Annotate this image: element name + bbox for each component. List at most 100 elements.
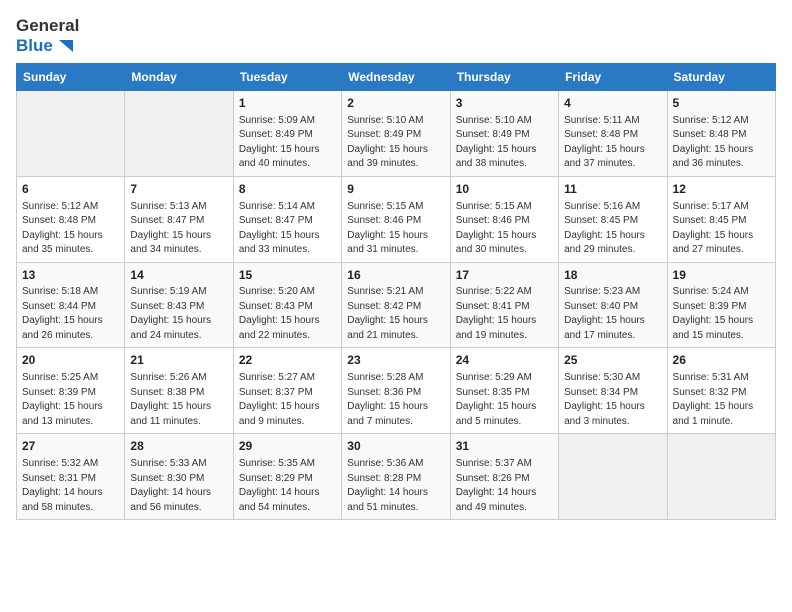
day-number: 16 bbox=[347, 267, 444, 284]
day-cell: 10 Sunrise: 5:15 AMSunset: 8:46 PMDayligh… bbox=[450, 176, 558, 262]
cell-details: Sunrise: 5:19 AMSunset: 8:43 PMDaylight:… bbox=[130, 285, 227, 343]
cell-details: Sunrise: 5:24 AMSunset: 8:39 PMDaylight:… bbox=[673, 285, 770, 343]
day-number: 25 bbox=[564, 352, 661, 369]
cell-details: Sunrise: 5:18 AMSunset: 8:44 PMDaylight:… bbox=[22, 285, 119, 343]
day-cell: 3 Sunrise: 5:10 AMSunset: 8:49 PMDaylight… bbox=[450, 91, 558, 177]
day-cell bbox=[17, 91, 125, 177]
logo: General Blue bbox=[16, 16, 79, 55]
calendar-table: SundayMondayTuesdayWednesdayThursdayFrid… bbox=[16, 63, 776, 520]
day-number: 17 bbox=[456, 267, 553, 284]
col-header-wednesday: Wednesday bbox=[342, 64, 450, 91]
cell-details: Sunrise: 5:22 AMSunset: 8:41 PMDaylight:… bbox=[456, 285, 553, 343]
cell-details: Sunrise: 5:11 AMSunset: 8:48 PMDaylight:… bbox=[564, 114, 661, 172]
day-cell: 14Sunrise: 5:19 AMSunset: 8:43 PMDayligh… bbox=[125, 262, 233, 348]
cell-details: Sunrise: 5:10 AMSunset: 8:49 PMDaylight:… bbox=[456, 114, 553, 172]
day-cell: 12Sunrise: 5:17 AMSunset: 8:45 PMDayligh… bbox=[667, 176, 775, 262]
week-row-1: 1 Sunrise: 5:09 AMSunset: 8:49 PMDaylight… bbox=[17, 91, 776, 177]
day-number: 29 bbox=[239, 438, 336, 455]
cell-details: Sunrise: 5:25 AMSunset: 8:39 PMDaylight:… bbox=[22, 371, 119, 429]
day-number: 24 bbox=[456, 352, 553, 369]
day-number: 20 bbox=[22, 352, 119, 369]
day-cell bbox=[559, 434, 667, 520]
day-cell: 11Sunrise: 5:16 AMSunset: 8:45 PMDayligh… bbox=[559, 176, 667, 262]
col-header-thursday: Thursday bbox=[450, 64, 558, 91]
day-number: 23 bbox=[347, 352, 444, 369]
cell-details: Sunrise: 5:16 AMSunset: 8:45 PMDaylight:… bbox=[564, 200, 661, 258]
cell-details: Sunrise: 5:21 AMSunset: 8:42 PMDaylight:… bbox=[347, 285, 444, 343]
day-number: 26 bbox=[673, 352, 770, 369]
day-cell: 25 Sunrise: 5:30 AMSunset: 8:34 PMDayligh… bbox=[559, 348, 667, 434]
day-number: 9 bbox=[347, 181, 444, 198]
day-number: 31 bbox=[456, 438, 553, 455]
day-number: 19 bbox=[673, 267, 770, 284]
day-cell: 1 Sunrise: 5:09 AMSunset: 8:49 PMDaylight… bbox=[233, 91, 341, 177]
cell-details: Sunrise: 5:31 AMSunset: 8:32 PMDaylight:… bbox=[673, 371, 770, 429]
cell-details: Sunrise: 5:12 AMSunset: 8:48 PMDaylight:… bbox=[673, 114, 770, 172]
day-number: 7 bbox=[130, 181, 227, 198]
cell-details: Sunrise: 5:15 AMSunset: 8:46 PMDaylight:… bbox=[456, 200, 553, 258]
day-cell: 23 Sunrise: 5:28 AMSunset: 8:36 PMDayligh… bbox=[342, 348, 450, 434]
col-header-sunday: Sunday bbox=[17, 64, 125, 91]
week-row-4: 20 Sunrise: 5:25 AMSunset: 8:39 PMDayligh… bbox=[17, 348, 776, 434]
day-cell: 16Sunrise: 5:21 AMSunset: 8:42 PMDayligh… bbox=[342, 262, 450, 348]
cell-details: Sunrise: 5:13 AMSunset: 8:47 PMDaylight:… bbox=[130, 200, 227, 258]
cell-details: Sunrise: 5:28 AMSunset: 8:36 PMDaylight:… bbox=[347, 371, 444, 429]
cell-details: Sunrise: 5:26 AMSunset: 8:38 PMDaylight:… bbox=[130, 371, 227, 429]
day-cell: 15Sunrise: 5:20 AMSunset: 8:43 PMDayligh… bbox=[233, 262, 341, 348]
day-number: 5 bbox=[673, 95, 770, 112]
col-header-monday: Monday bbox=[125, 64, 233, 91]
day-cell: 26 Sunrise: 5:31 AMSunset: 8:32 PMDayligh… bbox=[667, 348, 775, 434]
cell-details: Sunrise: 5:35 AMSunset: 8:29 PMDaylight:… bbox=[239, 457, 336, 515]
cell-details: Sunrise: 5:32 AMSunset: 8:31 PMDaylight:… bbox=[22, 457, 119, 515]
day-number: 28 bbox=[130, 438, 227, 455]
day-cell: 4 Sunrise: 5:11 AMSunset: 8:48 PMDaylight… bbox=[559, 91, 667, 177]
logo-blue: Blue bbox=[16, 36, 79, 56]
day-cell: 20 Sunrise: 5:25 AMSunset: 8:39 PMDayligh… bbox=[17, 348, 125, 434]
week-row-5: 27 Sunrise: 5:32 AMSunset: 8:31 PMDayligh… bbox=[17, 434, 776, 520]
day-number: 3 bbox=[456, 95, 553, 112]
day-number: 30 bbox=[347, 438, 444, 455]
day-number: 13 bbox=[22, 267, 119, 284]
day-cell: 21 Sunrise: 5:26 AMSunset: 8:38 PMDayligh… bbox=[125, 348, 233, 434]
cell-details: Sunrise: 5:36 AMSunset: 8:28 PMDaylight:… bbox=[347, 457, 444, 515]
day-cell: 30 Sunrise: 5:36 AMSunset: 8:28 PMDayligh… bbox=[342, 434, 450, 520]
day-number: 21 bbox=[130, 352, 227, 369]
day-cell: 5 Sunrise: 5:12 AMSunset: 8:48 PMDaylight… bbox=[667, 91, 775, 177]
cell-details: Sunrise: 5:12 AMSunset: 8:48 PMDaylight:… bbox=[22, 200, 119, 258]
day-cell: 22Sunrise: 5:27 AMSunset: 8:37 PMDayligh… bbox=[233, 348, 341, 434]
page-header: General Blue bbox=[16, 16, 776, 55]
day-cell: 8Sunrise: 5:14 AMSunset: 8:47 PMDaylight… bbox=[233, 176, 341, 262]
col-header-tuesday: Tuesday bbox=[233, 64, 341, 91]
day-cell: 31Sunrise: 5:37 AMSunset: 8:26 PMDayligh… bbox=[450, 434, 558, 520]
day-cell: 27 Sunrise: 5:32 AMSunset: 8:31 PMDayligh… bbox=[17, 434, 125, 520]
day-cell: 19Sunrise: 5:24 AMSunset: 8:39 PMDayligh… bbox=[667, 262, 775, 348]
day-cell bbox=[667, 434, 775, 520]
day-cell bbox=[125, 91, 233, 177]
cell-details: Sunrise: 5:09 AMSunset: 8:49 PMDaylight:… bbox=[239, 114, 336, 172]
day-number: 10 bbox=[456, 181, 553, 198]
cell-details: Sunrise: 5:30 AMSunset: 8:34 PMDaylight:… bbox=[564, 371, 661, 429]
day-number: 27 bbox=[22, 438, 119, 455]
day-number: 4 bbox=[564, 95, 661, 112]
day-cell: 9 Sunrise: 5:15 AMSunset: 8:46 PMDaylight… bbox=[342, 176, 450, 262]
day-cell: 2Sunrise: 5:10 AMSunset: 8:49 PMDaylight… bbox=[342, 91, 450, 177]
day-number: 12 bbox=[673, 181, 770, 198]
day-cell: 24Sunrise: 5:29 AMSunset: 8:35 PMDayligh… bbox=[450, 348, 558, 434]
day-number: 6 bbox=[22, 181, 119, 198]
day-cell: 6 Sunrise: 5:12 AMSunset: 8:48 PMDaylight… bbox=[17, 176, 125, 262]
days-header-row: SundayMondayTuesdayWednesdayThursdayFrid… bbox=[17, 64, 776, 91]
day-number: 15 bbox=[239, 267, 336, 284]
day-number: 14 bbox=[130, 267, 227, 284]
cell-details: Sunrise: 5:15 AMSunset: 8:46 PMDaylight:… bbox=[347, 200, 444, 258]
cell-details: Sunrise: 5:14 AMSunset: 8:47 PMDaylight:… bbox=[239, 200, 336, 258]
cell-details: Sunrise: 5:27 AMSunset: 8:37 PMDaylight:… bbox=[239, 371, 336, 429]
cell-details: Sunrise: 5:23 AMSunset: 8:40 PMDaylight:… bbox=[564, 285, 661, 343]
day-cell: 18Sunrise: 5:23 AMSunset: 8:40 PMDayligh… bbox=[559, 262, 667, 348]
day-number: 1 bbox=[239, 95, 336, 112]
day-number: 18 bbox=[564, 267, 661, 284]
cell-details: Sunrise: 5:20 AMSunset: 8:43 PMDaylight:… bbox=[239, 285, 336, 343]
col-header-friday: Friday bbox=[559, 64, 667, 91]
cell-details: Sunrise: 5:33 AMSunset: 8:30 PMDaylight:… bbox=[130, 457, 227, 515]
day-cell: 13Sunrise: 5:18 AMSunset: 8:44 PMDayligh… bbox=[17, 262, 125, 348]
logo-general: General bbox=[16, 16, 79, 36]
